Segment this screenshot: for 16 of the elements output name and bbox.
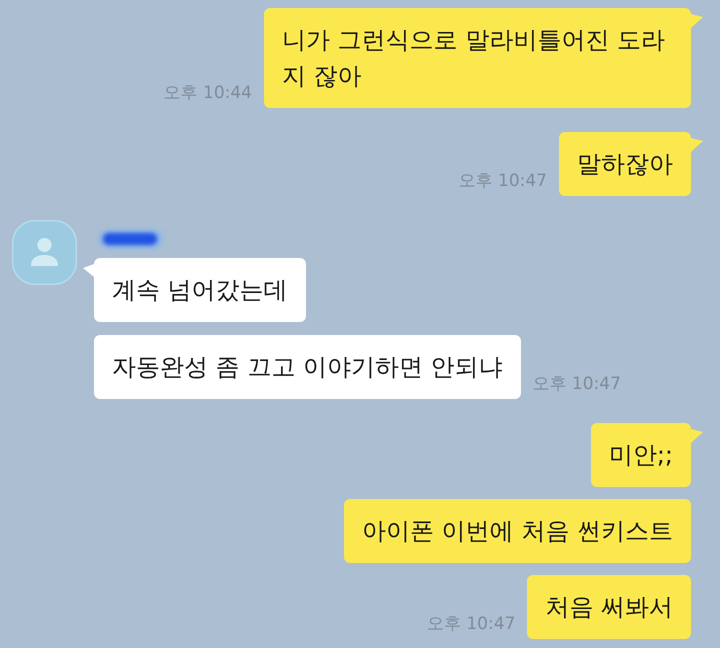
person-avatar-icon[interactable] — [12, 220, 77, 285]
message-time: 오후 10:47 — [458, 171, 547, 191]
message-bubble: 아이폰 이번에 처음 썬키스트 — [344, 499, 691, 563]
message-bubble: 말하잖아 — [559, 132, 691, 196]
message-time: 오후 10:47 — [426, 614, 516, 634]
message-bubble: 니가 그런식으로 말라비틀어진 도라지 잖아 — [264, 8, 691, 108]
bubble-tail-icon — [691, 138, 703, 152]
message-bubble: 계속 넘어갔는데 — [94, 258, 306, 322]
bubble-tail-icon — [691, 429, 703, 443]
message-bubble: 자동완성 좀 끄고 이야기하면 안되냐 — [94, 335, 521, 399]
message-bubble: 처음 써봐서 — [527, 575, 691, 639]
bubble-tail-icon — [691, 14, 703, 28]
message-bubble: 미안;; — [590, 423, 691, 487]
message-time: 오후 10:47 — [532, 374, 621, 394]
message-time: 오후 10:44 — [164, 83, 252, 103]
bubble-tail-icon — [83, 264, 94, 277]
